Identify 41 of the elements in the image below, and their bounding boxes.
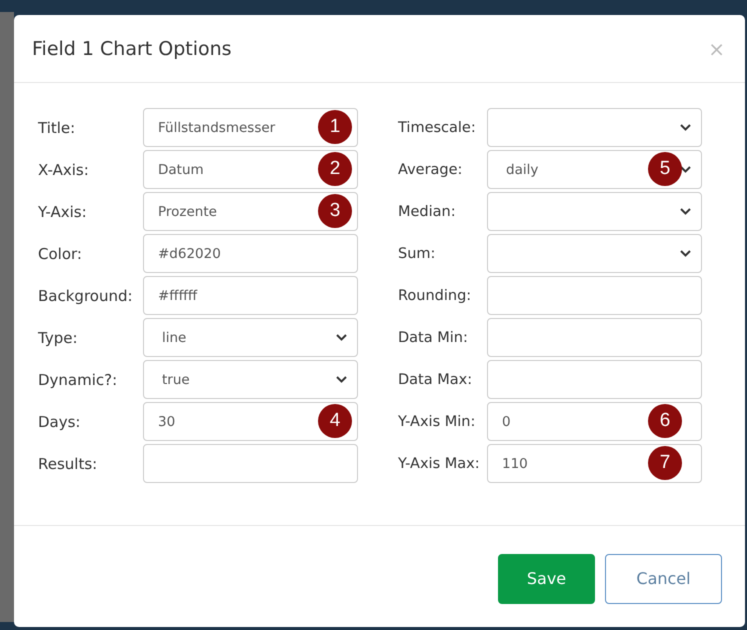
chevron-down-icon [680,124,691,131]
text-field[interactable] [487,276,702,315]
field-label: Y-Axis: [38,202,88,220]
dialog-title: Field 1 Chart Options [32,38,232,60]
dropdown-field[interactable] [487,108,702,147]
chevron-down-icon [680,208,691,215]
chevron-down-icon [680,166,691,173]
dropdown-field[interactable]: line [143,318,358,357]
dropdown-field[interactable] [487,192,702,231]
text-field[interactable]: #d62020 [143,234,358,273]
dropdown-field[interactable]: true [143,360,358,399]
field-label: Data Max: [398,372,474,388]
text-field[interactable]: #ffffff [143,276,358,315]
field-label: Background: [38,286,134,304]
field-label: Rounding: [398,288,472,304]
text-field[interactable] [487,318,702,357]
chevron-down-icon [336,334,347,341]
field-label: X-Axis: [38,160,90,178]
chevron-down-icon [336,376,347,383]
save-button[interactable]: Save [498,554,595,604]
field-label: Type: [38,328,79,346]
field-label: Days: [38,412,82,430]
field-label: Timescale: [398,120,477,136]
field-label: Y-Axis Max: [398,456,481,472]
cancel-button[interactable]: Cancel [605,554,722,604]
field-label: Y-Axis Min: [398,414,476,430]
field-label: Results: [38,454,98,472]
field-label: Sum: [398,246,436,262]
dropdown-field[interactable] [487,234,702,273]
chevron-down-icon [680,250,691,257]
text-field[interactable] [143,444,358,483]
text-field[interactable] [487,360,702,399]
dropdown-value: line [162,330,186,346]
field-label: Data Min: [398,330,469,346]
field-label: Average: [398,162,464,178]
field-label: Dynamic?: [38,370,118,388]
dropdown-value: true [162,372,190,388]
field-label: Median: [398,204,457,220]
field-label: Title: [38,118,76,136]
dropdown-value: daily [506,162,538,178]
field-label: Color: [38,244,83,262]
